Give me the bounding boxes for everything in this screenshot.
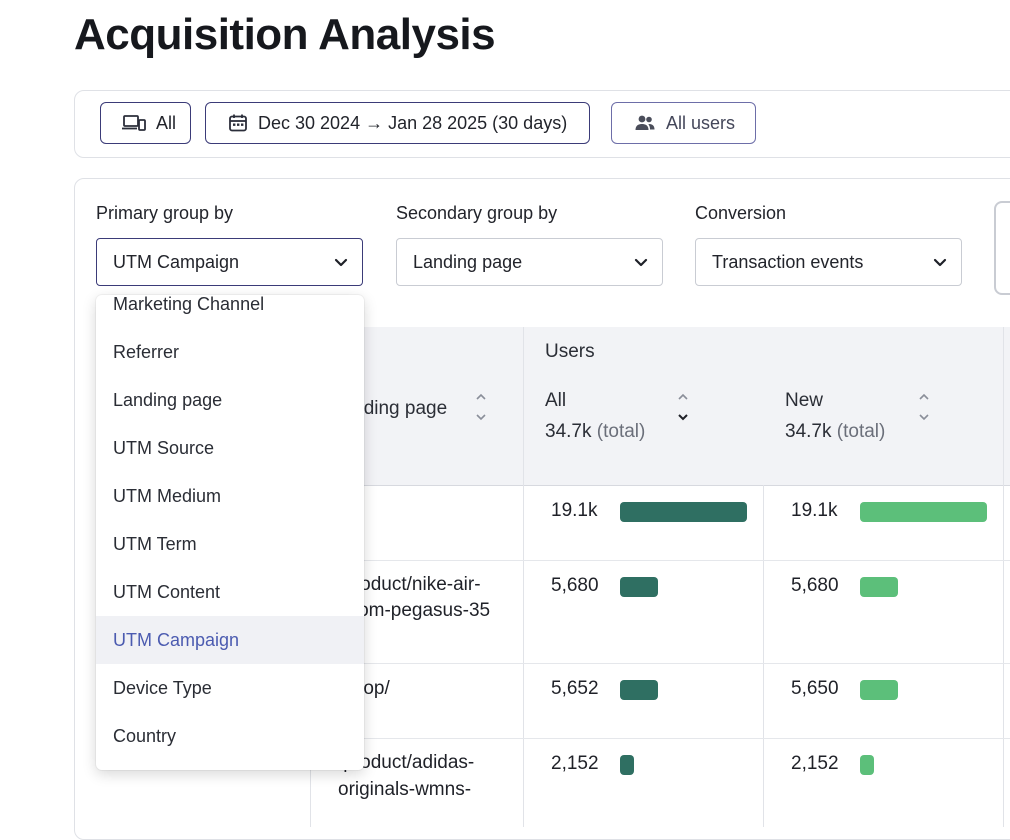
secondary-group-select[interactable]: Landing page (396, 238, 663, 286)
new-users-total: 34.7k (total) (785, 421, 885, 443)
page-title: Acquisition Analysis (74, 10, 496, 59)
chevron-down-icon (634, 252, 648, 273)
users-filter-label: All users (666, 112, 736, 133)
users-group-header: Users (545, 341, 595, 362)
date-range-label: Dec 30 2024 → Jan 28 2025 (30 days) (258, 112, 568, 133)
date-range-button[interactable]: Dec 30 2024 → Jan 28 2025 (30 days) (205, 102, 591, 144)
all-users-total-value: 34.7k (545, 421, 592, 442)
dropdown-option-utm-term[interactable]: UTM Term (96, 520, 364, 568)
new-users-value: 19.1k (791, 500, 838, 521)
calendar-icon (228, 113, 248, 133)
new-users-bar (860, 577, 898, 597)
new-users-bar (860, 755, 874, 775)
primary-group-value: UTM Campaign (113, 251, 240, 272)
dropdown-option-landing-page[interactable]: Landing page (96, 376, 364, 424)
all-users-bar (620, 680, 658, 700)
more-options-button[interactable] (994, 201, 1010, 295)
secondary-group-label: Secondary group by (396, 203, 558, 223)
sort-icon[interactable] (918, 393, 930, 421)
all-users-value: 5,680 (551, 575, 599, 596)
dropdown-option-device-type[interactable]: Device Type (96, 664, 364, 712)
chevron-down-icon (933, 252, 947, 273)
sort-desc-icon[interactable] (677, 393, 689, 421)
device-filter-button[interactable]: All (100, 102, 192, 144)
primary-group-dropdown: Marketing Channel Referrer Landing page … (96, 295, 364, 770)
all-users-bar (620, 502, 747, 522)
dropdown-option-country[interactable]: Country (96, 712, 364, 760)
devices-icon (122, 113, 146, 133)
conversion-value: Transaction events (712, 251, 864, 272)
conversion-select[interactable]: Transaction events (695, 238, 962, 286)
total-suffix: (total) (836, 421, 886, 442)
new-users-bar (860, 680, 898, 700)
users-filter-button[interactable]: All users (611, 102, 757, 144)
conversion-label: Conversion (695, 203, 787, 223)
dropdown-option-utm-campaign[interactable]: UTM Campaign (96, 616, 364, 664)
new-users-value: 2,152 (791, 753, 839, 774)
dropdown-option-utm-content[interactable]: UTM Content (96, 568, 364, 616)
total-suffix: (total) (596, 421, 646, 442)
new-users-bar (860, 502, 987, 522)
column-divider (523, 327, 524, 827)
all-users-value: 5,652 (551, 678, 599, 699)
new-users-total-value: 34.7k (785, 421, 832, 442)
device-filter-label: All (156, 112, 177, 133)
users-icon (634, 114, 656, 132)
all-users-total: 34.7k (total) (545, 421, 645, 443)
new-users-value: 5,680 (791, 575, 839, 596)
all-users-value: 2,152 (551, 753, 599, 774)
filter-bar: All Dec 30 2024 → Jan 28 2025 (30 days) … (74, 90, 1010, 158)
primary-group-label: Primary group by (96, 203, 234, 223)
primary-group-select[interactable]: UTM Campaign (96, 238, 363, 286)
new-users-value: 5,650 (791, 678, 839, 699)
sort-icon[interactable] (475, 393, 487, 421)
dropdown-option-utm-source[interactable]: UTM Source (96, 424, 364, 472)
dropdown-option-marketing-channel[interactable]: Marketing Channel (96, 295, 364, 328)
all-users-value: 19.1k (551, 500, 598, 521)
all-users-header[interactable]: All (545, 390, 566, 412)
column-divider (1003, 327, 1004, 827)
column-divider (763, 485, 764, 827)
dropdown-option-referrer[interactable]: Referrer (96, 328, 364, 376)
secondary-group-value: Landing page (413, 251, 523, 272)
dropdown-option-utm-medium[interactable]: UTM Medium (96, 472, 364, 520)
all-users-bar (620, 755, 634, 775)
all-users-bar (620, 577, 658, 597)
landing-page-value: originals-wmns- (338, 779, 472, 800)
chevron-down-icon (334, 252, 348, 273)
new-users-header[interactable]: New (785, 390, 823, 412)
